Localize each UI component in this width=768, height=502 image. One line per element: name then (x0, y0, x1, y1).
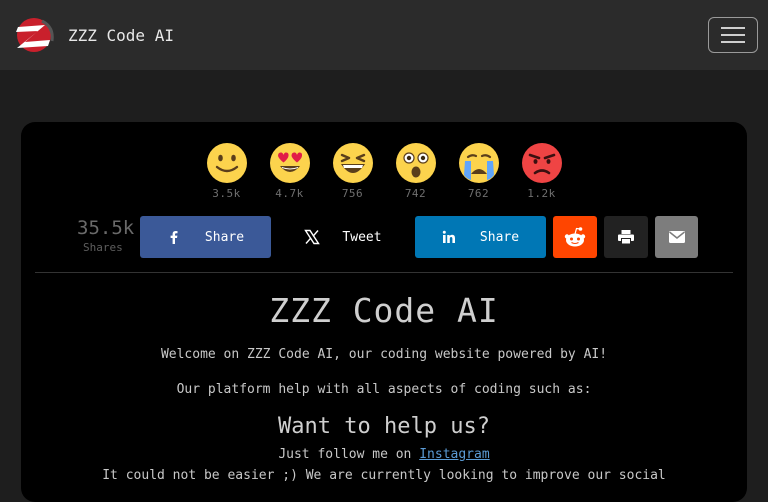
easier-text: It could not be easier ;) We are current… (102, 468, 666, 483)
page-title: ZZZ Code AI (269, 291, 499, 330)
reaction-haha[interactable]: 756 (332, 142, 374, 200)
main-card: 3.5k 4.7k 756 742 762 1.2k 35.5k Shares … (21, 122, 747, 502)
twitter-share-label: Tweet (342, 229, 382, 245)
brand-link[interactable]: ZZZ Code AI (12, 15, 174, 55)
smiling-face-icon (206, 143, 247, 183)
hamburger-menu-icon-bar (721, 41, 745, 43)
reaction-like[interactable]: 3.5k (206, 142, 248, 200)
facebook-share-button[interactable]: Share (140, 216, 271, 258)
reaction-love[interactable]: 4.7k (269, 142, 311, 200)
z-logo-icon (16, 18, 54, 52)
angry-face-icon (521, 143, 562, 183)
hamburger-menu-icon (721, 27, 745, 29)
follow-prefix: Just follow me on (278, 447, 420, 462)
reddit-icon (564, 227, 586, 247)
brand-name: ZZZ Code AI (68, 25, 174, 45)
share-total-count: 35.5k (77, 217, 135, 239)
instagram-link[interactable]: Instagram (419, 447, 489, 462)
reaction-wow[interactable]: 742 (395, 142, 437, 200)
x-twitter-icon (304, 229, 321, 245)
heart-eyes-face-icon (269, 143, 310, 183)
hamburger-menu-icon-bar (721, 34, 745, 36)
astonished-face-icon (395, 143, 436, 183)
twitter-share-button[interactable]: Tweet (283, 216, 403, 258)
reaction-count: 3.5k (212, 187, 241, 200)
linkedin-share-button[interactable]: Share (415, 216, 546, 258)
reaction-sad[interactable]: 762 (458, 142, 500, 200)
envelope-icon (668, 231, 685, 243)
crying-face-icon (458, 143, 499, 183)
facebook-icon (170, 231, 178, 244)
reaction-count: 1.2k (527, 187, 556, 200)
reaction-angry[interactable]: 1.2k (521, 142, 563, 200)
facebook-share-label: Share (204, 229, 245, 245)
share-total-label: Shares (83, 241, 123, 254)
printer-icon (618, 230, 634, 245)
linkedin-share-label: Share (479, 229, 520, 245)
reddit-share-button[interactable] (553, 216, 597, 258)
email-share-button[interactable] (655, 216, 698, 258)
platform-text: Our platform help with all aspects of co… (176, 382, 592, 397)
navbar: ZZZ Code AI (0, 0, 768, 70)
reaction-count: 742 (404, 187, 427, 200)
laughing-face-icon (332, 143, 373, 183)
reaction-bar: 3.5k 4.7k 756 742 762 1.2k (21, 142, 747, 200)
reaction-count: 4.7k (275, 187, 304, 200)
reaction-count: 756 (341, 187, 364, 200)
linkedin-icon (442, 230, 455, 243)
navbar-toggle-button[interactable] (708, 17, 758, 53)
help-heading: Want to help us? (278, 414, 490, 439)
print-button[interactable] (604, 216, 648, 258)
divider (35, 272, 733, 273)
follow-text: Just follow me on Instagram (21, 446, 747, 464)
main-content: ZZZ Code AI Welcome on ZZZ Code AI, our … (21, 288, 747, 485)
share-total: 35.5k Shares (77, 218, 147, 254)
reaction-count: 762 (467, 187, 490, 200)
share-bar: 35.5k Shares Share Tweet Share (21, 216, 747, 258)
welcome-text: Welcome on ZZZ Code AI, our coding websi… (160, 347, 608, 362)
